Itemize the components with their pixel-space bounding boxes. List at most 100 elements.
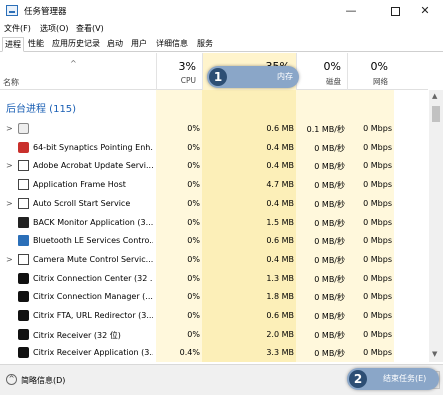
window-title: 任务管理器: [24, 7, 67, 17]
process-row[interactable]: >0% 0.6 MB 0.1 MB/秒 0 Mbps: [0, 120, 428, 139]
process-memory: 0.4 MB: [266, 198, 294, 208]
menu-view[interactable]: 查看(V): [76, 23, 104, 34]
process-name: BACK Monitor Application (3...: [33, 217, 153, 227]
process-memory: 0.4 MB: [266, 161, 294, 171]
process-cpu: 0%: [187, 198, 200, 208]
column-network[interactable]: 0% 网络: [347, 53, 394, 90]
process-cpu: 0%: [187, 142, 200, 152]
process-network: 0 Mbps: [363, 217, 392, 227]
process-name: Application Frame Host: [33, 180, 126, 190]
process-disk: 0 MB/秒: [314, 199, 345, 209]
process-memory: 1.3 MB: [266, 273, 294, 283]
task-manager-icon: [6, 5, 18, 16]
tab-app-history[interactable]: 应用历史记录: [50, 37, 102, 52]
tab-bar: 进程 性能 应用历史记录 启动 用户 详细信息 服务: [0, 37, 443, 52]
process-disk: 0 MB/秒: [314, 218, 345, 228]
expand-chevron-icon[interactable]: >: [6, 124, 13, 133]
expand-chevron-icon[interactable]: >: [6, 255, 13, 264]
process-row[interactable]: Bluetooth LE Services Contro... 0% 0.6 MB 0…: [0, 232, 428, 251]
process-row[interactable]: Citrix Connection Center (32 ... 0% 1.3 MB…: [0, 270, 428, 289]
process-network: 0 Mbps: [363, 311, 392, 320]
process-row[interactable]: 64-bit Synaptics Pointing Enh... 0% 0.4 MB…: [0, 139, 428, 158]
tab-services[interactable]: 服务: [195, 37, 215, 52]
process-memory: 0.6 MB: [266, 236, 294, 246]
window-icon: [18, 160, 29, 172]
process-memory: 2.0 MB: [266, 329, 294, 339]
tab-details[interactable]: 详细信息: [154, 37, 190, 52]
menu-file[interactable]: 文件(F): [4, 23, 31, 34]
citrix-icon: [18, 310, 29, 321]
process-memory: 0.4 MB: [266, 142, 294, 152]
cpu-label: CPU: [180, 76, 196, 85]
maximize-button[interactable]: [380, 3, 410, 19]
process-row[interactable]: > Camera Mute Control Servic... 0% 0.4 MB 0 …: [0, 251, 428, 270]
gear-icon: [18, 123, 29, 134]
process-cpu: 0%: [187, 329, 200, 339]
process-row[interactable]: BACK Monitor Application (3... 0% 1.5 MB 0 …: [0, 214, 428, 233]
close-button[interactable]: ✕: [410, 3, 440, 19]
process-name: Camera Mute Control Servic...: [33, 254, 153, 264]
process-name: Bluetooth LE Services Contro...: [33, 236, 153, 246]
process-cpu: 0%: [187, 273, 200, 283]
process-disk: 0 MB/秒: [314, 349, 345, 359]
process-cpu: 0.4%: [179, 348, 200, 358]
scroll-thumb[interactable]: [432, 106, 440, 122]
scroll-down-icon[interactable]: ▼: [432, 350, 437, 358]
tab-processes[interactable]: 进程: [2, 37, 24, 52]
process-cpu: 0%: [187, 161, 200, 171]
process-network: 0 Mbps: [363, 292, 392, 302]
sort-arrow-icon: ^: [70, 59, 77, 68]
expand-chevron-icon[interactable]: >: [6, 199, 13, 208]
network-total: 0%: [370, 60, 388, 73]
process-row[interactable]: Citrix Receiver Application (3... 0.4% 3.3…: [0, 344, 428, 362]
process-disk: 0 MB/秒: [314, 274, 345, 284]
bluetooth-icon: [18, 235, 29, 247]
process-memory: 0.6 MB: [266, 311, 294, 320]
process-cpu: 0%: [187, 124, 200, 133]
process-cpu: 0%: [187, 180, 200, 190]
process-cpu: 0%: [187, 254, 200, 264]
process-cpu: 0%: [187, 236, 200, 246]
process-cpu: 0%: [187, 311, 200, 320]
marker-1-label: 内存: [277, 72, 293, 81]
citrix-icon: [18, 328, 29, 340]
column-cpu[interactable]: 3% CPU: [156, 53, 202, 90]
process-network: 0 Mbps: [363, 236, 392, 246]
disk-total: 0%: [323, 60, 341, 73]
expand-chevron-icon[interactable]: >: [6, 161, 13, 170]
menu-options[interactable]: 选项(O): [40, 23, 69, 34]
app-icon: [18, 216, 29, 228]
process-memory: 0.4 MB: [266, 254, 294, 264]
process-disk: 0 MB/秒: [314, 330, 345, 340]
process-network: 0 Mbps: [363, 142, 392, 152]
process-disk: 0 MB/秒: [314, 143, 345, 153]
process-row[interactable]: Citrix Connection Manager (... 0% 1.8 MB 0 …: [0, 288, 428, 307]
minimize-button[interactable]: —: [336, 3, 366, 19]
tab-users[interactable]: 用户: [129, 37, 149, 52]
process-row[interactable]: Citrix FTA, URL Redirector (3... 0% 0.6 MB…: [0, 307, 428, 326]
process-name: Citrix Connection Manager (...: [33, 292, 153, 302]
fewer-details-link[interactable]: 简略信息(D): [21, 375, 65, 386]
process-row[interactable]: Application Frame Host 0% 4.7 MB 0 MB/秒 0 Mb…: [0, 176, 428, 195]
process-name: Adobe Acrobat Update Servi...: [33, 161, 153, 171]
process-network: 0 Mbps: [363, 124, 392, 133]
tab-performance[interactable]: 性能: [26, 37, 46, 52]
marker-2-number: 2: [349, 370, 367, 388]
process-network: 0 Mbps: [363, 161, 392, 171]
process-disk: 0 MB/秒: [314, 237, 345, 247]
process-row[interactable]: > Auto Scroll Start Service 0% 0.4 MB 0 MB/秒…: [0, 195, 428, 214]
scroll-up-icon[interactable]: ▲: [432, 92, 437, 100]
column-disk[interactable]: 0% 磁盘: [296, 53, 347, 90]
chevron-up-icon[interactable]: ^: [6, 374, 17, 385]
network-label: 网络: [373, 77, 388, 86]
process-row[interactable]: Citrix Receiver (32 位) 0% 2.0 MB 0 MB/秒 0 Mb…: [0, 326, 428, 345]
process-memory: 3.3 MB: [266, 348, 294, 358]
synaptics-icon: [18, 141, 29, 153]
vertical-scrollbar[interactable]: ▲ ▼: [429, 90, 443, 362]
column-name[interactable]: 名称: [3, 77, 19, 88]
process-name: Auto Scroll Start Service: [33, 198, 131, 208]
process-name: Citrix Receiver (32 位): [33, 330, 121, 340]
process-disk: 0 MB/秒: [314, 312, 345, 321]
process-row[interactable]: > Adobe Acrobat Update Servi... 0% 0.4 MB 0 …: [0, 157, 428, 176]
tab-startup[interactable]: 启动: [105, 37, 125, 52]
